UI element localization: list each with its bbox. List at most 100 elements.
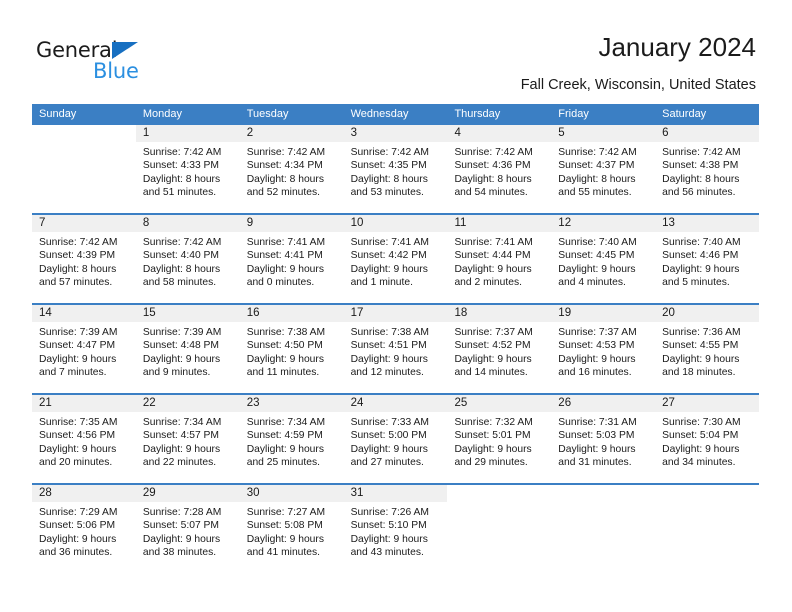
day-details: Sunrise: 7:28 AM Sunset: 5:07 PM Daylight:… — [136, 502, 240, 560]
day-details: Sunrise: 7:40 AM Sunset: 4:45 PM Daylight:… — [551, 232, 655, 290]
daylight-text-line2: and 27 minutes. — [350, 457, 424, 469]
calendar-day-cell[interactable]: 17 Sunrise: 7:38 AM Sunset: 4:51 PM Dayligh… — [343, 305, 448, 393]
sunset-text: Sunset: 5:07 PM — [142, 520, 219, 532]
calendar-day-cell[interactable]: 27 Sunrise: 7:30 AM Sunset: 5:04 PM Dayligh… — [655, 395, 760, 483]
weekday-header-friday: Friday — [558, 108, 589, 120]
calendar-day-cell[interactable]: 28 Sunrise: 7:29 AM Sunset: 5:06 PM Dayligh… — [32, 485, 136, 573]
day-details: Sunrise: 7:42 AM Sunset: 4:37 PM Daylight:… — [551, 142, 655, 200]
calendar-day-cell[interactable]: 13 Sunrise: 7:40 AM Sunset: 4:46 PM Dayligh… — [655, 215, 760, 303]
calendar-week-row: 21 Sunrise: 7:35 AM Sunset: 4:56 PM Dayligh… — [32, 393, 760, 483]
day-number — [447, 485, 552, 502]
daylight-text-line1: Daylight: 8 hours — [142, 173, 221, 185]
weekday-header-wednesday: Wednesday — [350, 108, 409, 120]
day-details: Sunrise: 7:42 AM Sunset: 4:39 PM Daylight:… — [32, 232, 136, 290]
calendar-day-cell[interactable]: 25 Sunrise: 7:32 AM Sunset: 5:01 PM Dayligh… — [447, 395, 552, 483]
day-details: Sunrise: 7:42 AM Sunset: 4:34 PM Daylight:… — [240, 142, 344, 200]
daylight-text-line2: and 2 minutes. — [454, 277, 522, 289]
day-details: Sunrise: 7:32 AM Sunset: 5:01 PM Daylight:… — [447, 412, 551, 470]
day-number: 31 — [343, 485, 448, 502]
sunset-text: Sunset: 5:04 PM — [662, 430, 739, 442]
day-number: 4 — [447, 125, 552, 142]
weekday-header-monday: Monday — [142, 108, 182, 120]
calendar-day-cell[interactable]: 21 Sunrise: 7:35 AM Sunset: 4:56 PM Dayligh… — [32, 395, 136, 483]
calendar-day-cell[interactable]: 14 Sunrise: 7:39 AM Sunset: 4:47 PM Dayligh… — [32, 305, 136, 393]
sunset-text: Sunset: 4:44 PM — [454, 250, 531, 262]
day-number: 20 — [655, 305, 760, 322]
sunset-text: Sunset: 4:38 PM — [662, 160, 739, 172]
sunrise-text: Sunrise: 7:42 AM — [454, 147, 533, 158]
day-details: Sunrise: 7:42 AM Sunset: 4:33 PM Daylight:… — [136, 142, 240, 200]
day-details: Sunrise: 7:41 AM Sunset: 4:44 PM Daylight:… — [447, 232, 551, 290]
day-number — [655, 485, 760, 502]
daylight-text-line1: Daylight: 9 hours — [142, 353, 221, 365]
calendar-week-inner: 21 Sunrise: 7:35 AM Sunset: 4:56 PM Dayligh… — [32, 395, 760, 483]
daylight-text-line2: and 18 minutes. — [662, 367, 736, 379]
calendar-day-cell[interactable]: 18 Sunrise: 7:37 AM Sunset: 4:52 PM Dayligh… — [447, 305, 552, 393]
calendar-grid: Sunday Monday Tuesday Wednesday Thursday… — [32, 104, 760, 573]
calendar-day-cell[interactable]: 10 Sunrise: 7:41 AM Sunset: 4:42 PM Dayligh… — [343, 215, 448, 303]
calendar-day-cell[interactable]: 15 Sunrise: 7:39 AM Sunset: 4:48 PM Dayligh… — [135, 305, 240, 393]
calendar-day-cell[interactable]: 31 Sunrise: 7:26 AM Sunset: 5:10 PM Dayligh… — [343, 485, 448, 573]
day-details: Sunrise: 7:38 AM Sunset: 4:50 PM Daylight:… — [240, 322, 344, 380]
sunset-text: Sunset: 5:00 PM — [350, 430, 427, 442]
day-details: Sunrise: 7:42 AM Sunset: 4:38 PM Daylight:… — [655, 142, 759, 200]
sunrise-text: Sunrise: 7:36 AM — [662, 327, 741, 338]
calendar-day-cell[interactable]: 3 Sunrise: 7:42 AM Sunset: 4:35 PM Daylight… — [343, 125, 448, 213]
calendar-day-cell[interactable]: 4 Sunrise: 7:42 AM Sunset: 4:36 PM Daylight… — [447, 125, 552, 213]
sunrise-text: Sunrise: 7:37 AM — [558, 327, 637, 338]
daylight-text-line1: Daylight: 9 hours — [39, 443, 117, 455]
sunset-text: Sunset: 5:06 PM — [39, 520, 116, 532]
daylight-text-line1: Daylight: 9 hours — [39, 533, 117, 545]
calendar-day-cell[interactable]: 12 Sunrise: 7:40 AM Sunset: 4:45 PM Dayligh… — [551, 215, 656, 303]
calendar-day-cell[interactable]: 8 Sunrise: 7:42 AM Sunset: 4:40 PM Daylight… — [135, 215, 240, 303]
page-header: General Blue January 2024 Fall Creek, Wi… — [0, 0, 792, 100]
calendar-day-cell[interactable]: 20 Sunrise: 7:36 AM Sunset: 4:55 PM Dayligh… — [655, 305, 760, 393]
calendar-day-cell[interactable]: 5 Sunrise: 7:42 AM Sunset: 4:37 PM Daylight… — [551, 125, 656, 213]
calendar-day-cell[interactable]: 30 Sunrise: 7:27 AM Sunset: 5:08 PM Dayligh… — [239, 485, 344, 573]
calendar-day-cell[interactable]: 7 Sunrise: 7:42 AM Sunset: 4:39 PM Daylight… — [32, 215, 136, 303]
daylight-text-line1: Daylight: 9 hours — [39, 353, 117, 365]
calendar-weeks: 1 Sunrise: 7:42 AM Sunset: 4:33 PM Daylight… — [32, 125, 760, 573]
daylight-text-line2: and 41 minutes. — [246, 547, 320, 559]
sunset-text: Sunset: 4:37 PM — [558, 160, 635, 172]
calendar-day-cell[interactable]: 29 Sunrise: 7:28 AM Sunset: 5:07 PM Dayligh… — [135, 485, 240, 573]
daylight-text-line1: Daylight: 9 hours — [454, 263, 532, 275]
day-details: Sunrise: 7:26 AM Sunset: 5:10 PM Daylight:… — [344, 502, 448, 560]
daylight-text-line2: and 14 minutes. — [454, 367, 528, 379]
sunrise-text: Sunrise: 7:42 AM — [558, 147, 637, 158]
day-number: 15 — [135, 305, 240, 322]
calendar-page: General Blue January 2024 Fall Creek, Wi… — [0, 0, 792, 612]
daylight-text-line1: Daylight: 9 hours — [558, 443, 636, 455]
sunset-text: Sunset: 4:47 PM — [39, 340, 116, 352]
sunset-text: Sunset: 4:41 PM — [246, 250, 323, 262]
calendar-day-cell[interactable]: 26 Sunrise: 7:31 AM Sunset: 5:03 PM Dayligh… — [551, 395, 656, 483]
calendar-day-cell[interactable]: 19 Sunrise: 7:37 AM Sunset: 4:53 PM Dayligh… — [551, 305, 656, 393]
general-blue-logo[interactable]: General Blue — [36, 38, 166, 84]
calendar-day-cell[interactable]: 22 Sunrise: 7:34 AM Sunset: 4:57 PM Dayligh… — [135, 395, 240, 483]
day-number: 6 — [655, 125, 760, 142]
sunset-text: Sunset: 4:34 PM — [246, 160, 323, 172]
sunrise-text: Sunrise: 7:30 AM — [662, 417, 741, 428]
daylight-text-line2: and 9 minutes. — [142, 367, 211, 379]
day-details: Sunrise: 7:40 AM Sunset: 4:46 PM Daylight:… — [655, 232, 759, 290]
calendar-day-cell[interactable]: 2 Sunrise: 7:42 AM Sunset: 4:34 PM Daylight… — [239, 125, 344, 213]
sunrise-text: Sunrise: 7:42 AM — [39, 237, 118, 248]
calendar-day-cell[interactable]: 6 Sunrise: 7:42 AM Sunset: 4:38 PM Daylight… — [655, 125, 760, 213]
day-number: 10 — [343, 215, 448, 232]
sunset-text: Sunset: 4:57 PM — [142, 430, 219, 442]
daylight-text-line1: Daylight: 9 hours — [662, 353, 740, 365]
daylight-text-line1: Daylight: 9 hours — [662, 443, 740, 455]
calendar-day-cell[interactable]: 9 Sunrise: 7:41 AM Sunset: 4:41 PM Daylight… — [239, 215, 344, 303]
daylight-text-line1: Daylight: 9 hours — [350, 533, 428, 545]
calendar-day-cell[interactable]: 1 Sunrise: 7:42 AM Sunset: 4:33 PM Daylight… — [135, 125, 240, 213]
calendar-day-cell[interactable]: 11 Sunrise: 7:41 AM Sunset: 4:44 PM Dayligh… — [447, 215, 552, 303]
calendar-week-row: 28 Sunrise: 7:29 AM Sunset: 5:06 PM Dayligh… — [32, 483, 760, 573]
sunrise-text: Sunrise: 7:32 AM — [454, 417, 533, 428]
calendar-day-cell[interactable]: 16 Sunrise: 7:38 AM Sunset: 4:50 PM Dayligh… — [239, 305, 344, 393]
sunset-text: Sunset: 4:51 PM — [350, 340, 427, 352]
calendar-day-cell[interactable]: 24 Sunrise: 7:33 AM Sunset: 5:00 PM Dayligh… — [343, 395, 448, 483]
calendar-day-cell[interactable]: 23 Sunrise: 7:34 AM Sunset: 4:59 PM Dayligh… — [239, 395, 344, 483]
sunset-text: Sunset: 4:53 PM — [558, 340, 635, 352]
daylight-text-line2: and 34 minutes. — [662, 457, 736, 469]
day-number: 23 — [239, 395, 344, 412]
